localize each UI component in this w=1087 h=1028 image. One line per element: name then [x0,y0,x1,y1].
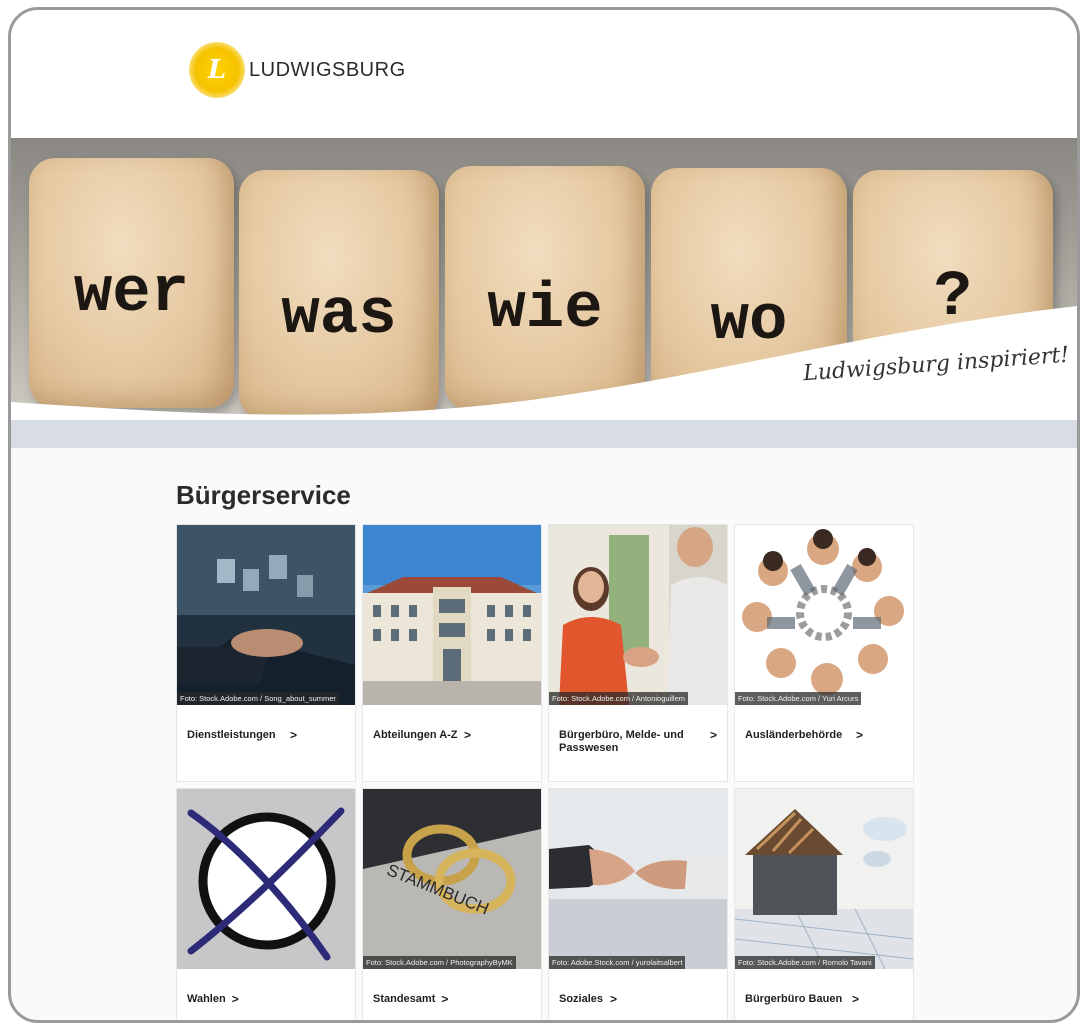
page-title: Bürgerservice [176,480,351,510]
tile-label-row: Abteilungen A-Z > [363,705,541,781]
tile-buergerbuero[interactable]: Foto: Stock.Adobe.com / Antonioguillem B… [548,524,728,782]
tile-image [177,789,355,969]
chevron-right-icon: > [231,992,239,1006]
photo-credit: Foto: Adobe.Stock.com / yurolaitsalbert [549,956,686,969]
photo-credit: Foto: Stock.Adobe.com / Song_about_summe… [177,692,339,705]
tile-label: Abteilungen A-Z [373,729,458,741]
hero-banner: wer was wie wo ? Ludwigsburg inspiriert! [11,138,1077,420]
hero-divider-band [11,420,1077,448]
wedding-rings-photo: STAMMBUCH [363,789,541,969]
tile-image [363,525,541,705]
tile-label: Soziales [559,993,604,1005]
tile-label: Dienstleistungen [187,729,276,741]
tile-dienstleistungen[interactable]: Foto: Stock.Adobe.com / Song_about_summe… [176,524,356,782]
handshake-photo [549,525,727,705]
tile-image: Foto: Stock.Adobe.com / Romolo Tavani [735,789,913,969]
tile-standesamt[interactable]: STAMMBUCH Foto: Stock.Adobe.com / Photog… [362,788,542,1020]
tile-label-row: Bürgerbüro Bauen > [735,969,913,1020]
tile-label: Standesamt [373,993,436,1005]
chevron-right-icon: > [851,992,859,1006]
chevron-right-icon: > [441,992,449,1006]
house-construction-photo [735,789,913,969]
chevron-right-icon: > [709,728,717,742]
tile-label: Ausländerbehörde [745,729,843,741]
tile-auslaenderbehoerde[interactable]: Foto: Stock.Adobe.com / Yuri Arcurs Ausl… [734,524,914,782]
tile-label-row: Standesamt > [363,969,541,1020]
tile-image: STAMMBUCH Foto: Stock.Adobe.com / Photog… [363,789,541,969]
tile-soziales[interactable]: Foto: Adobe.Stock.com / yurolaitsalbert … [548,788,728,1020]
site-logo[interactable]: L LUDWIGSBURG [189,40,406,100]
hands-reaching-photo [549,789,727,969]
chevron-right-icon: > [855,728,863,742]
photo-credit: Foto: Stock.Adobe.com / Yuri Arcurs [735,692,862,705]
chevron-right-icon: > [289,728,297,742]
tile-label-row: Wahlen > [177,969,355,1020]
town-hall-photo [363,525,541,705]
screenshot-frame: L LUDWIGSBURG wer was wie wo ? Ludwigsbu… [8,7,1080,1023]
ballot-cross-icon [177,789,355,969]
tile-abteilungen[interactable]: Abteilungen A-Z > [362,524,542,782]
tile-image: Foto: Adobe.Stock.com / yurolaitsalbert [549,789,727,969]
chevron-right-icon: > [609,992,617,1006]
laptop-documents-photo [177,525,355,705]
sun-logo-icon: L [189,42,245,98]
photo-credit: Foto: Stock.Adobe.com / Antonioguillem [549,692,688,705]
photo-credit: Foto: Stock.Adobe.com / PhotographyByMK [363,956,516,969]
tile-image: Foto: Stock.Adobe.com / Song_about_summe… [177,525,355,705]
tile-image: Foto: Stock.Adobe.com / Yuri Arcurs [735,525,913,705]
photo-credit: Foto: Stock.Adobe.com / Romolo Tavani [735,956,875,969]
tile-label-row: Bürgerbüro, Melde- und Passwesen > [549,705,727,781]
tile-label-row: Dienstleistungen > [177,705,355,781]
site-header: L LUDWIGSBURG [11,10,1077,138]
tile-buergerbuero-bauen[interactable]: Foto: Stock.Adobe.com / Romolo Tavani Bü… [734,788,914,1020]
chevron-right-icon: > [463,728,471,742]
tile-wahlen[interactable]: Wahlen > [176,788,356,1020]
tile-label: Bürgerbüro Bauen [745,993,843,1005]
tile-image: Foto: Stock.Adobe.com / Antonioguillem [549,525,727,705]
logo-wordmark: LUDWIGSBURG [249,58,406,81]
group-circle-photo [735,525,913,705]
tile-label: Wahlen [187,993,226,1005]
tile-label-row: Soziales > [549,969,727,1020]
tile-label: Bürgerbüro, Melde- und Passwesen [559,729,684,754]
tile-label-row: Ausländerbehörde > [735,705,913,781]
